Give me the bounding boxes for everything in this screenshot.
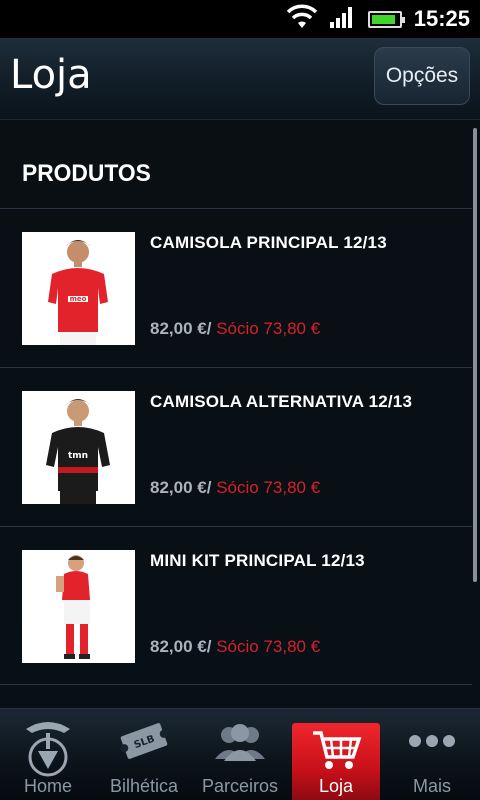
price-member: Sócio 73,80 € xyxy=(216,637,321,656)
page-title: Loja xyxy=(10,52,92,98)
ticket-icon: SLB xyxy=(117,719,171,767)
section-title: PRODUTOS xyxy=(22,160,151,187)
product-image: meo xyxy=(22,232,135,345)
status-bar: 15:25 xyxy=(0,0,480,38)
price-normal: 82,00 €/ xyxy=(150,319,212,338)
product-name: MINI KIT PRINCIPAL 12/13 xyxy=(150,551,365,570)
more-dots-icon xyxy=(405,719,459,763)
signal-icon xyxy=(329,6,356,32)
price-member: Sócio 73,80 € xyxy=(216,319,321,338)
product-price: 82,00 €/ Sócio 73,80 € xyxy=(150,478,320,498)
product-image: tmn xyxy=(22,391,135,504)
nav-item-loja[interactable]: Loja xyxy=(292,723,380,800)
price-member: Sócio 73,80 € xyxy=(216,478,321,497)
bottom-nav: Home SLB Bilhética Parceiros Loja Mais xyxy=(0,708,480,800)
product-item[interactable]: meo CAMISOLA PRINCIPAL 12/13 82,00 €/ Só… xyxy=(0,208,472,367)
price-normal: 82,00 €/ xyxy=(150,637,212,656)
product-list: meo CAMISOLA PRINCIPAL 12/13 82,00 €/ Só… xyxy=(0,208,472,685)
price-normal: 82,00 €/ xyxy=(150,478,212,497)
svg-text:meo: meo xyxy=(70,295,87,303)
people-icon xyxy=(211,719,269,767)
svg-text:tmn: tmn xyxy=(68,451,88,461)
nav-item-parceiros[interactable]: Parceiros xyxy=(192,709,288,800)
nav-item-mais[interactable]: Mais xyxy=(384,709,480,800)
nav-item-bilhetica[interactable]: SLB Bilhética xyxy=(96,709,192,800)
battery-level-fill xyxy=(371,14,396,24)
nav-label: Bilhética xyxy=(109,776,179,796)
nav-label: Mais xyxy=(412,776,451,796)
nav-label: Parceiros xyxy=(201,776,279,796)
product-name: CAMISOLA ALTERNATIVA 12/13 xyxy=(150,392,413,411)
product-item[interactable]: tmn CAMISOLA ALTERNATIVA 12/13 82,00 €/ … xyxy=(0,367,472,526)
scrollbar[interactable] xyxy=(473,128,477,582)
battery-icon xyxy=(367,10,405,28)
eagle-crest-icon xyxy=(20,719,76,783)
cart-icon xyxy=(309,725,363,777)
product-price: 82,00 €/ Sócio 73,80 € xyxy=(150,637,320,657)
nav-label: Loja xyxy=(318,776,354,796)
product-image xyxy=(22,550,135,663)
options-button[interactable]: Opções xyxy=(374,47,470,105)
app-header: Loja Opções xyxy=(0,38,480,120)
status-time: 15:25 xyxy=(413,6,470,31)
wifi-icon xyxy=(286,4,318,34)
product-price: 82,00 €/ Sócio 73,80 € xyxy=(150,319,320,339)
product-name: CAMISOLA PRINCIPAL 12/13 xyxy=(150,233,387,252)
product-item[interactable]: MINI KIT PRINCIPAL 12/13 82,00 €/ Sócio … xyxy=(0,526,472,685)
products-content[interactable]: PRODUTOS meo CAMISOLA PRINCIPAL 12/13 82… xyxy=(0,120,480,708)
nav-item-home[interactable]: Home xyxy=(0,709,96,800)
